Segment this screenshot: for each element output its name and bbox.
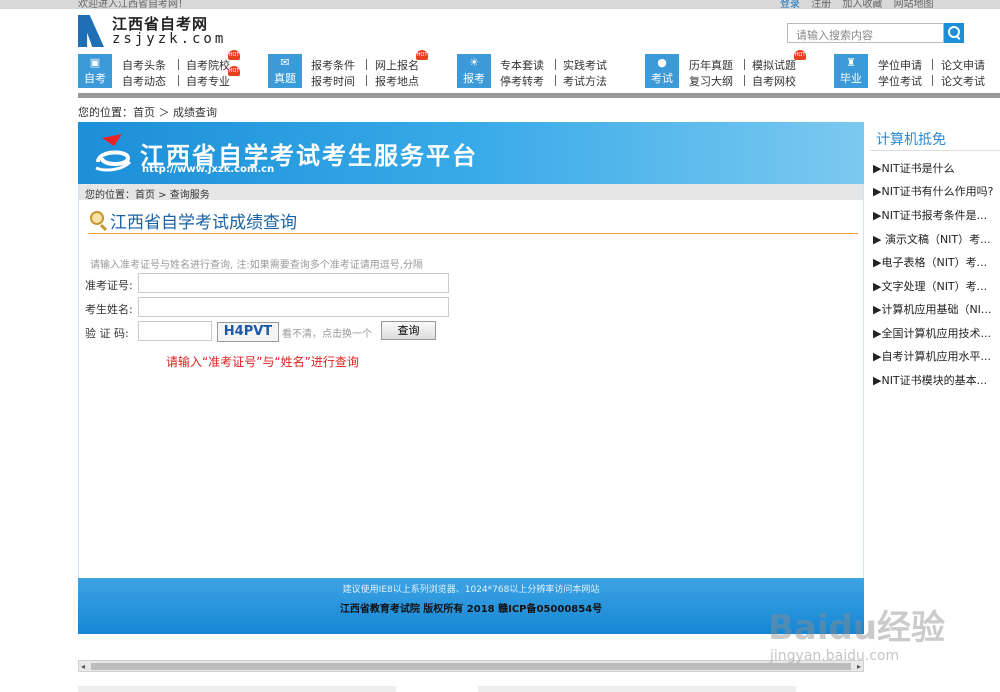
page-title: 江西省自学考试成绩查询 [110,213,297,233]
nav-link-zhuanben-taodu[interactable]: 专本套读 [500,57,544,73]
horizontal-scrollbar[interactable]: ◂ ▸ [78,660,864,672]
ticket-number-input[interactable] [138,273,449,293]
hot-badge-icon: HOT [794,50,806,60]
top-strip: 欢迎进入江西省自考网！ 登录 注册 加入收藏 网站地图 [0,0,1000,9]
sidebar-link[interactable]: ▶NIT证书是什么 [873,160,998,176]
chat-icon: ● [657,56,667,69]
nav-separator [744,59,745,70]
service-breadcrumb: 您的位置：首页 > 查询服务 [79,184,863,201]
register-link[interactable]: 注册 [811,0,831,9]
platform-logo-icon [95,134,132,172]
nav-link-zikao-zhuanye[interactable]: 自考专业 [186,73,230,89]
sidebar-link[interactable]: ▶ 演示文稿（NIT）考... [873,231,998,247]
ticket-label: 准考证号: [85,279,133,292]
sidebar-link[interactable]: ▶文字处理（NIT）考... [873,278,998,294]
nav-link-shijian-kaoshi[interactable]: 实践考试 [563,57,607,73]
search-button[interactable] [944,23,964,43]
footer: 建议使用IE8以上系列浏览器、1024*768以上分辨率访问本网站 江西省教育考… [78,578,864,634]
nav-separator [555,59,556,70]
favorite-link[interactable]: 加入收藏 [842,0,882,9]
sidebar-link[interactable]: ▶计算机应用基础（NI... [873,301,998,317]
scrollbar-thumb[interactable] [91,663,851,670]
sitemap-link[interactable]: 网站地图 [894,0,934,9]
sidebar-link[interactable]: ▶NIT证书有什么作用吗? [873,183,998,199]
nav-separator [366,75,367,86]
logo-domain: zsjyzk.com [112,31,227,47]
nav-link-tingkao-zhuankao[interactable]: 停考转考 [500,73,544,89]
browser-advice: 建议使用IE8以上系列浏览器、1024*768以上分辨率访问本网站 [342,585,600,595]
captcha-refresh-link[interactable]: 看不清，点击换一个 [282,325,372,340]
query-button[interactable]: 查询 [381,321,436,340]
book-icon: ▣ [89,56,101,69]
sidebar-link[interactable]: ▶自考计算机应用水平... [873,348,998,364]
platform-url[interactable]: http://www.jxzk.com.cn [142,164,274,175]
nav-icon-zhenti[interactable]: ✉ 真题 [268,54,302,88]
bottom-strip [478,686,796,692]
nav-separator [178,59,179,70]
nav-link-xuewei-shenqing[interactable]: 学位申请 [878,57,922,73]
nav-link-zikao-dongtai[interactable]: 自考动态 [122,73,166,89]
nav-link-zikao-yuanxiao[interactable]: 自考院校 [186,57,230,73]
sidebar-link[interactable]: ▶电子表格（NIT）考... [873,254,998,270]
nav-link-wangshang-baoming[interactable]: 网上报名 [375,57,419,73]
login-link[interactable]: 登录 [780,0,800,9]
logo-icon[interactable] [78,15,104,47]
sidebar-title: 计算机抵免 [876,132,946,148]
nav-icon-biye[interactable]: ♜ 毕业 [834,54,868,88]
lightbulb-icon: ☀ [469,56,479,69]
nav-icon-kaoshi[interactable]: ● 考试 [645,54,679,88]
nav-link-zikao-toutiao[interactable]: 自考头条 [122,57,166,73]
nav-link-baokao-shijian[interactable]: 报考时间 [311,73,355,89]
breadcrumb: 您的位置：首页 ＞ 成绩查询 [78,106,217,119]
sidebar-link[interactable]: ▶NIT证书模块的基本... [873,372,998,388]
captcha-image[interactable]: H4PVT [217,322,279,342]
nav-link-kaoshi-fangfa[interactable]: 考试方法 [563,73,607,89]
search-input[interactable]: 请输入搜索内容 [787,23,944,43]
sidebar-link[interactable]: ▶NIT证书报考条件是... [873,207,998,223]
nav-link-linian-zhenti[interactable]: 历年真题 [689,57,733,73]
nav-separator [178,75,179,86]
hot-badge-icon: HOT [228,66,240,76]
nav-link-baokao-didian[interactable]: 报考地点 [375,73,419,89]
mail-icon: ✉ [280,56,290,69]
nav-link-moni-shiti[interactable]: 模拟试题 [752,57,796,73]
nav-icon-baokao[interactable]: ☀ 报考 [457,54,491,88]
graduation-icon: ♜ [846,56,856,69]
magnifier-icon [90,211,104,225]
scroll-left-icon[interactable]: ◂ [81,663,85,671]
baidu-watermark-url: jingyan.baidu.com [770,648,900,664]
query-notice: 请输入“准考证号”与“姓名”进行查询 [166,355,359,369]
nav-link-baokao-tiaojian[interactable]: 报考条件 [311,57,355,73]
heading-divider [88,233,858,234]
nav-link-fuxi-dagang[interactable]: 复习大纲 [689,73,733,89]
sidebar-divider [870,150,1000,151]
top-links: 登录 注册 加入收藏 网站地图 [780,0,942,9]
sidebar-link[interactable]: ▶全国计算机应用技术... [873,325,998,341]
baidu-watermark: Baidu经验 [768,608,946,648]
nav-link-lunwen-kaoshi[interactable]: 论文考试 [941,73,985,89]
nav-separator [366,59,367,70]
welcome-text: 欢迎进入江西省自考网！ [78,0,188,9]
captcha-input[interactable] [138,321,212,341]
copyright: 江西省教育考试院 版权所有 2018 赣ICP备05000854号 [339,604,603,615]
nav-link-lunwen-shenqing[interactable]: 论文申请 [941,57,985,73]
nav-divider [78,93,1000,98]
nav-link-zikao-wangxiao[interactable]: 自考网校 [752,73,796,89]
nav-link-xuewei-kaoshi[interactable]: 学位考试 [878,73,922,89]
nav-icon-zikao[interactable]: ▣ 自考 [78,54,112,88]
nav-separator [744,75,745,86]
hot-badge-icon: HOT [228,50,240,60]
captcha-label: 验 证 码: [85,327,129,340]
query-hint: 请输入准考证号与姓名进行查询, 注:如果需要查询多个准考证请用逗号,分隔 [90,260,423,271]
name-label: 考生姓名: [85,303,133,316]
bottom-strip [78,686,396,692]
nav-separator [555,75,556,86]
nav-separator [932,75,933,86]
hot-badge-icon: HOT [416,50,428,60]
candidate-name-input[interactable] [138,297,449,317]
nav-separator [932,59,933,70]
scroll-right-icon[interactable]: ▸ [857,663,861,671]
